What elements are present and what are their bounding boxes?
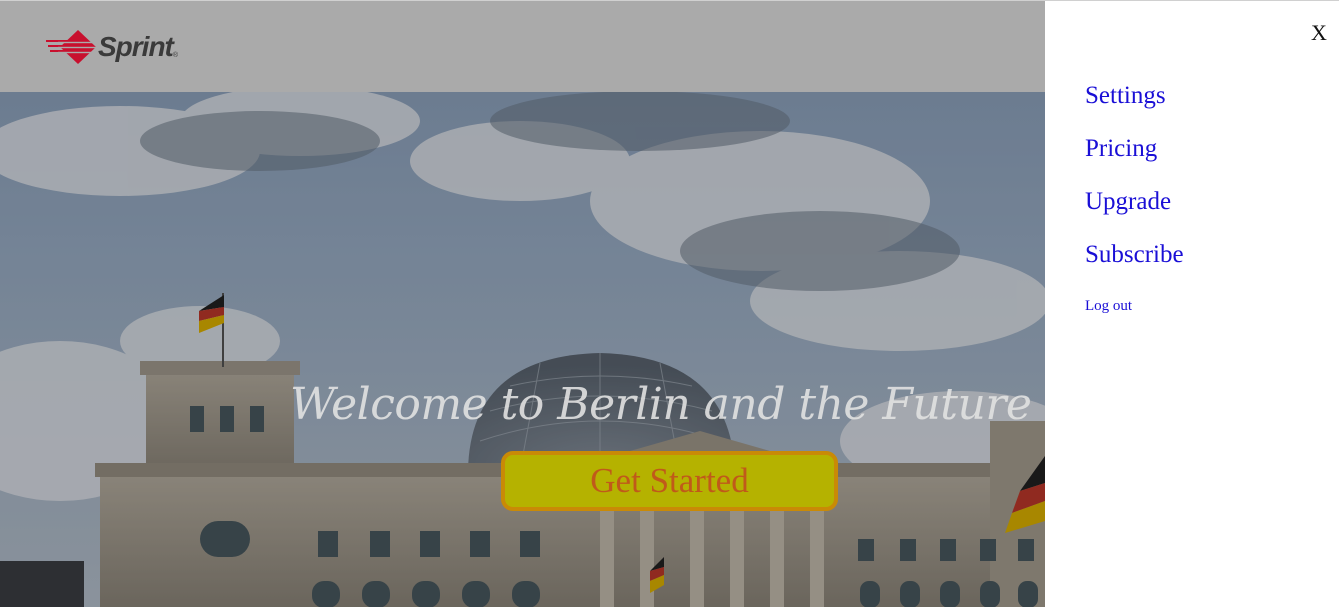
main-area: Sprint ® Welcome to Berlin and the Futur… [0,1,1045,607]
logo-text: Sprint [98,31,174,62]
nav-link-log-out[interactable]: Log out [1085,291,1184,321]
get-started-button[interactable]: Get Started [501,451,838,511]
registered-mark: ® [172,52,179,59]
sprint-diamond-logo-icon [46,30,98,64]
close-menu-button[interactable]: X [1309,21,1329,45]
nav-link-subscribe[interactable]: Subscribe [1085,238,1184,291]
side-nav-panel: X Settings Pricing Upgrade Subscribe Log… [1045,1,1339,607]
hero-dim-overlay [0,92,1045,607]
nav-link-upgrade[interactable]: Upgrade [1085,185,1184,238]
side-nav-menu: Settings Pricing Upgrade Subscribe Log o… [1085,79,1184,321]
nav-link-settings[interactable]: Settings [1085,79,1184,132]
nav-link-pricing[interactable]: Pricing [1085,132,1184,185]
header-bar: Sprint ® [0,1,1045,92]
hero-title: Welcome to Berlin and the Future [290,379,1032,430]
page: Sprint ® Welcome to Berlin and the Futur… [0,0,1339,607]
sprint-logo[interactable]: Sprint ® [44,27,178,67]
